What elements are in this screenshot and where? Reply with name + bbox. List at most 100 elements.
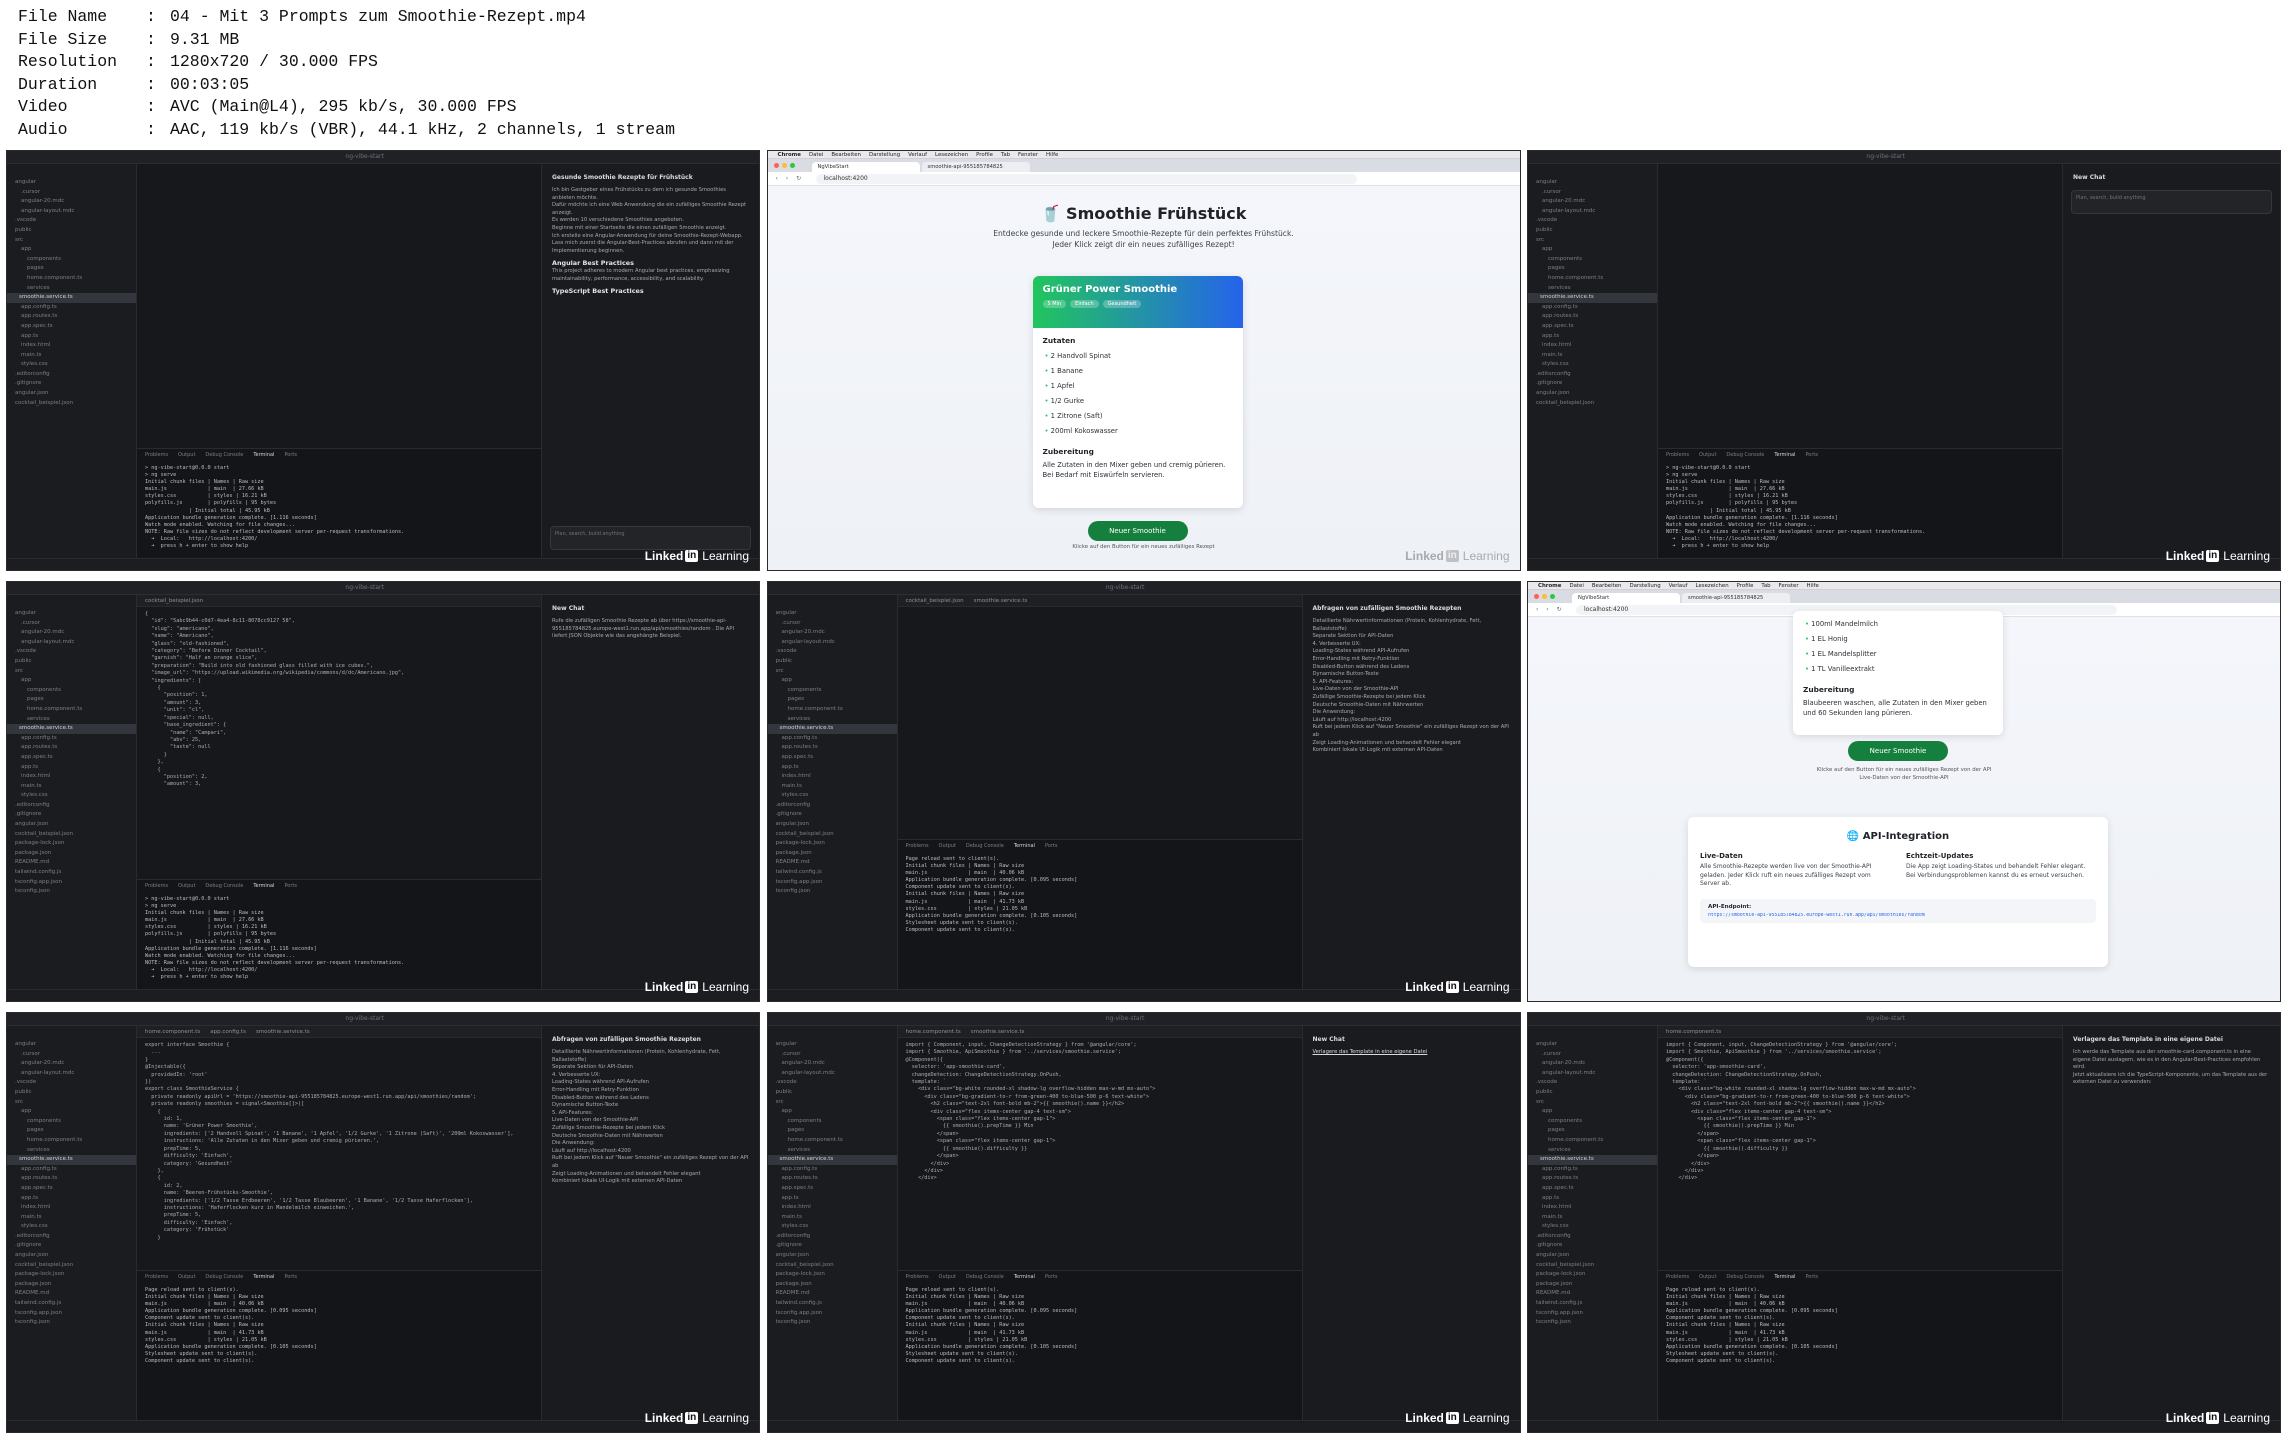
nav-buttons[interactable]: ‹ › ↻ xyxy=(1536,606,1565,613)
tree-item[interactable]: index.html xyxy=(15,1203,136,1213)
menu-item[interactable]: Fenster xyxy=(1018,151,1038,158)
tree-item[interactable]: smoothie.service.ts xyxy=(1528,293,1657,303)
tree-item[interactable]: components xyxy=(1536,1117,1657,1127)
terminal-tab[interactable]: Ports xyxy=(1805,452,1818,458)
tree-item[interactable]: app.spec.ts xyxy=(15,1184,136,1194)
tree-item[interactable]: angular xyxy=(15,178,136,188)
menu-item[interactable]: Verlauf xyxy=(908,151,927,158)
terminal-tabs[interactable]: Problems Output Debug Console Terminal Ports xyxy=(1666,452,1818,458)
tree-item[interactable]: styles.css xyxy=(776,1222,897,1232)
chat-input[interactable]: Plan, search, build anything xyxy=(2071,190,2272,214)
tree-item[interactable]: .cursor xyxy=(15,1050,136,1060)
menu-item[interactable]: Darstellung xyxy=(1629,582,1660,589)
tree-item[interactable]: app.config.ts xyxy=(1536,303,1657,313)
terminal-tab[interactable]: Problems xyxy=(145,1274,168,1280)
tree-item[interactable]: tsconfig.app.json xyxy=(1536,1309,1657,1319)
tree-item[interactable]: cocktail_beispiel.json xyxy=(1536,1261,1657,1271)
tree-item[interactable]: app.config.ts xyxy=(15,1165,136,1175)
editor-tabs[interactable]: cocktail_beispiel.json smoothie.service.t… xyxy=(897,595,1302,607)
terminal-tab[interactable]: Terminal xyxy=(1774,452,1795,458)
browser-tab[interactable]: smoothie-api-955185784825 xyxy=(1682,593,1790,603)
editor-tab[interactable]: cocktail_beispiel.json xyxy=(906,595,964,606)
menu-item[interactable]: Darstellung xyxy=(869,151,900,158)
tree-item[interactable]: styles.css xyxy=(1536,1222,1657,1232)
tree-item[interactable]: public xyxy=(776,1088,897,1098)
menu-item[interactable]: Profile xyxy=(1737,582,1754,589)
tree-item[interactable]: components xyxy=(15,255,136,265)
code-editor[interactable]: export interface Smoothie { ...} @Injecta… xyxy=(137,1038,541,1246)
tree-item[interactable]: tsconfig.json xyxy=(776,887,897,897)
tree-item[interactable]: src xyxy=(15,1098,136,1108)
terminal-tabs[interactable]: Problems Output Debug Console Terminal Ports xyxy=(145,883,297,889)
tree-item[interactable]: pages xyxy=(1536,264,1657,274)
editor-tab[interactable]: home.component.ts xyxy=(1666,1026,1721,1037)
tree-item[interactable]: src xyxy=(776,667,897,677)
tree-item[interactable]: angular xyxy=(776,1040,897,1050)
terminal-tab[interactable]: Terminal xyxy=(253,1274,274,1280)
editor-tab[interactable]: smoothie.service.ts xyxy=(256,1026,310,1037)
menu-item[interactable]: Profile xyxy=(976,151,993,158)
editor-tab[interactable]: app.config.ts xyxy=(210,1026,246,1037)
tree-item[interactable]: app.routes.ts xyxy=(1536,1174,1657,1184)
tree-item[interactable]: app.spec.ts xyxy=(15,753,136,763)
tree-item[interactable]: components xyxy=(15,1117,136,1127)
tree-item[interactable]: tsconfig.json xyxy=(1536,1318,1657,1328)
tree-item[interactable]: tailwind.config.js xyxy=(1536,1299,1657,1309)
tree-item[interactable]: public xyxy=(15,1088,136,1098)
tree-item[interactable]: main.ts xyxy=(15,351,136,361)
tree-item[interactable]: .gitignore xyxy=(776,1241,897,1251)
terminal-tab[interactable]: Output xyxy=(178,1274,195,1280)
tree-item[interactable]: styles.css xyxy=(1536,360,1657,370)
chat-input[interactable]: Plan, search, build anything xyxy=(550,526,751,550)
menu-item[interactable]: Datei xyxy=(1569,582,1583,589)
tree-item[interactable]: tsconfig.app.json xyxy=(776,878,897,888)
tree-item[interactable]: app xyxy=(15,1107,136,1117)
tree-item[interactable]: home.component.ts xyxy=(15,1136,136,1146)
tree-item[interactable]: pages xyxy=(15,695,136,705)
tree-item[interactable]: tailwind.config.js xyxy=(776,868,897,878)
tree-item[interactable]: app xyxy=(1536,245,1657,255)
tree-item[interactable]: smoothie.service.ts xyxy=(1528,1155,1657,1165)
tree-item[interactable]: components xyxy=(776,686,897,696)
tree-item[interactable]: app.spec.ts xyxy=(776,1184,897,1194)
tree-item[interactable]: app.config.ts xyxy=(776,1165,897,1175)
tree-item[interactable]: services xyxy=(15,284,136,294)
thumbnail-7[interactable]: ng-vibe-start angular .cursor angular-20.m… xyxy=(6,1012,760,1433)
tree-item[interactable]: README.md xyxy=(15,858,136,868)
tree-item[interactable]: angular xyxy=(776,609,897,619)
terminal-tab[interactable]: Terminal xyxy=(253,452,274,458)
tree-item[interactable]: app.routes.ts xyxy=(776,1174,897,1184)
tree-item[interactable]: angular-layout.mdc xyxy=(1536,1069,1657,1079)
tree-item[interactable]: angular-20.mdc xyxy=(15,628,136,638)
tree-item[interactable]: public xyxy=(1536,226,1657,236)
code-editor[interactable]: import { Component, input, ChangeDetecti… xyxy=(898,1038,1302,1187)
new-smoothie-button[interactable]: Neuer Smoothie xyxy=(1848,741,1948,761)
tree-item[interactable]: app.ts xyxy=(15,332,136,342)
tree-item[interactable]: .gitignore xyxy=(15,379,136,389)
terminal-panel[interactable]: Problems Output Debug Console Terminal Ports… xyxy=(897,839,1302,989)
tree-item[interactable]: .editorconfig xyxy=(776,801,897,811)
tree-item[interactable]: main.ts xyxy=(1536,1213,1657,1223)
tree-item[interactable]: home.component.ts xyxy=(1536,1136,1657,1146)
tree-item[interactable]: .vscode xyxy=(15,647,136,657)
menu-item[interactable]: Tab xyxy=(1001,151,1010,158)
file-explorer[interactable]: angular .cursor angular-20.mdc angular-layo… xyxy=(1528,1026,1658,1420)
tree-item[interactable]: .editorconfig xyxy=(1536,1232,1657,1242)
tree-item[interactable]: angular xyxy=(1536,178,1657,188)
tree-item[interactable]: .gitignore xyxy=(1536,1241,1657,1251)
editor-tabs[interactable]: cocktail_beispiel.json xyxy=(137,595,541,607)
tree-item[interactable]: styles.css xyxy=(15,791,136,801)
tree-item[interactable]: public xyxy=(15,226,136,236)
terminal-tab[interactable]: Debug Console xyxy=(205,452,243,458)
tree-item[interactable]: app.ts xyxy=(776,1194,897,1204)
tree-item[interactable]: cocktail_beispiel.json xyxy=(776,1261,897,1271)
tree-item[interactable]: angular-layout.mdc xyxy=(776,1069,897,1079)
tree-item[interactable]: angular.json xyxy=(15,389,136,399)
thumbnail-4[interactable]: ng-vibe-start angular .cursor angular-20.m… xyxy=(6,581,760,1002)
tree-item[interactable]: angular-layout.mdc xyxy=(15,207,136,217)
tree-item[interactable]: components xyxy=(1536,255,1657,265)
thumbnail-5[interactable]: ng-vibe-start angular .cursor angular-20.m… xyxy=(766,581,1521,1002)
tree-item[interactable]: angular xyxy=(15,609,136,619)
terminal-tab[interactable]: Problems xyxy=(906,1274,929,1280)
terminal-tab[interactable]: Debug Console xyxy=(966,1274,1004,1280)
